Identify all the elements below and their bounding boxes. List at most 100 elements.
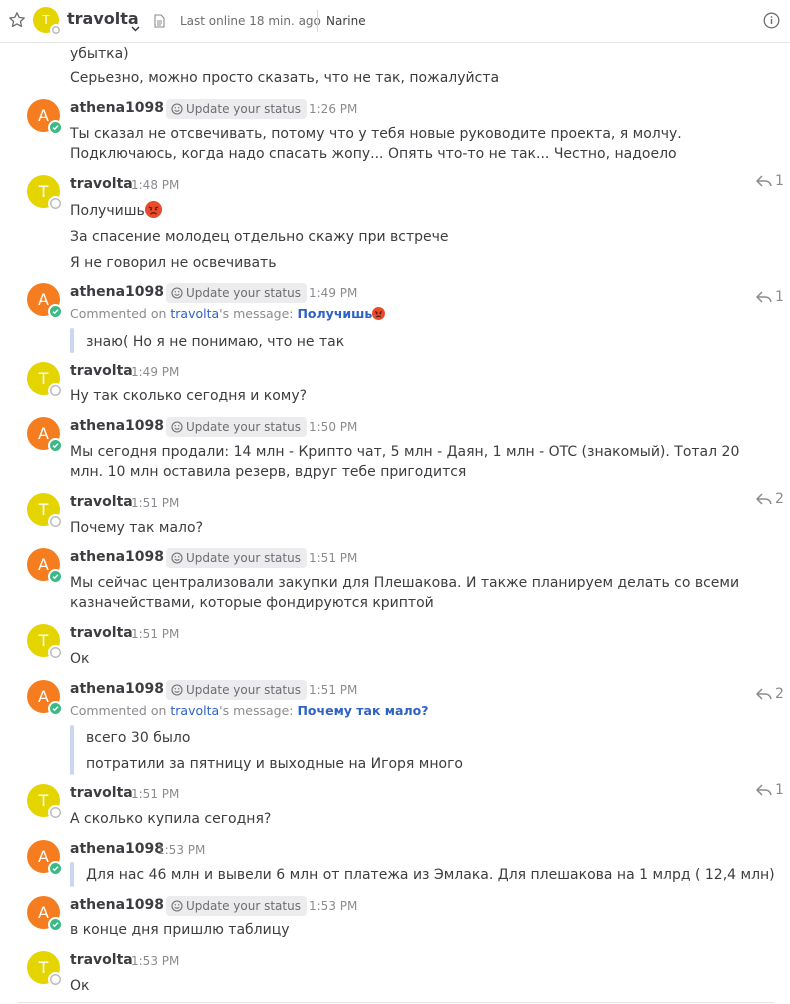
message-text: За спасение молодец отдельно скажу при в…: [70, 229, 449, 245]
online-status-icon: [48, 569, 63, 584]
avatar[interactable]: T: [27, 624, 63, 660]
avatar[interactable]: A: [27, 680, 63, 716]
username[interactable]: travolta: [70, 494, 133, 510]
message-text: Ты сказал не отсвечивать, потому что у т…: [70, 126, 682, 162]
avatar[interactable]: A: [27, 417, 63, 453]
avatar[interactable]: A: [27, 99, 63, 135]
message-time[interactable]: 1:51 PM: [131, 787, 179, 801]
smiley-icon: [171, 421, 183, 433]
header-user-name[interactable]: Narine: [326, 14, 366, 28]
message-text: Я не говорил не освечивать: [70, 255, 277, 271]
username[interactable]: athena1098: [70, 841, 164, 857]
quote-bar: [70, 725, 74, 775]
avatar[interactable]: A: [27, 283, 63, 319]
username[interactable]: travolta: [70, 176, 133, 192]
update-status-button[interactable]: Update your status: [166, 283, 307, 303]
avatar[interactable]: T: [27, 175, 63, 211]
username[interactable]: athena1098: [70, 681, 164, 697]
online-status-icon: [48, 917, 63, 932]
message-text: Мы сейчас централизовали закупки для Пле…: [70, 575, 740, 611]
username[interactable]: athena1098: [70, 284, 164, 300]
update-status-button[interactable]: Update your status: [166, 417, 307, 437]
avatar[interactable]: T: [27, 784, 63, 820]
quote-bar: [70, 862, 74, 887]
composer-divider: [18, 1002, 774, 1003]
online-status-icon: [48, 304, 63, 319]
message-time[interactable]: 1:49 PM: [131, 365, 179, 379]
message-time[interactable]: 1:53 PM: [131, 954, 179, 968]
offline-status-icon: [48, 805, 63, 820]
offline-status-icon: [48, 383, 63, 398]
message-text: Мы сегодня продали: 14 млн - Крипто чат,…: [70, 444, 740, 480]
message-text: Серьезно, можно просто сказать, что не т…: [70, 70, 500, 86]
message-time[interactable]: 1:26 PM: [309, 102, 357, 116]
channel-name[interactable]: travolta: [67, 9, 139, 28]
chevron-down-icon[interactable]: [131, 17, 140, 32]
angry-face-emoji: [144, 201, 162, 218]
message-time[interactable]: 1:51 PM: [309, 551, 357, 565]
update-status-button[interactable]: Update your status: [166, 680, 307, 700]
message-time[interactable]: 1:53 PM: [309, 899, 357, 913]
info-icon[interactable]: [763, 12, 780, 29]
file-icon[interactable]: [154, 13, 165, 28]
star-icon[interactable]: [8, 11, 26, 29]
username[interactable]: athena1098: [70, 100, 164, 116]
quote-bar: [70, 328, 74, 353]
avatar[interactable]: T: [27, 493, 63, 529]
commented-message-link[interactable]: Почему так мало?: [297, 703, 428, 718]
message-text: Ок: [70, 978, 90, 994]
avatar[interactable]: A: [27, 840, 63, 876]
message-time[interactable]: 1:51 PM: [131, 496, 179, 510]
offline-status-icon: [48, 645, 63, 660]
avatar[interactable]: A: [27, 896, 63, 932]
username[interactable]: athena1098: [70, 418, 164, 434]
commented-message-link[interactable]: Получишь: [297, 306, 386, 321]
avatar[interactable]: T: [33, 7, 62, 36]
last-online-text: Last online 18 min. ago: [180, 14, 321, 28]
reply-button[interactable]: 1: [755, 782, 784, 798]
update-status-button[interactable]: Update your status: [166, 99, 307, 119]
message-time[interactable]: 1:50 PM: [309, 420, 357, 434]
username[interactable]: travolta: [70, 952, 133, 968]
message-text: в конце дня пришлю таблицу: [70, 922, 290, 938]
message-text: знаю( Но я не понимаю, что не так: [86, 334, 345, 350]
online-status-icon: [48, 701, 63, 716]
online-status-icon: [48, 120, 63, 135]
message-time[interactable]: 1:49 PM: [309, 286, 357, 300]
reply-arrow-icon: [756, 493, 772, 505]
update-status-button[interactable]: Update your status: [166, 548, 307, 568]
smiley-icon: [171, 552, 183, 564]
message-text: Почему так мало?: [70, 520, 203, 536]
message-text: А сколько купила сегодня?: [70, 811, 272, 827]
reply-button[interactable]: 1: [755, 289, 784, 305]
username[interactable]: travolta: [70, 785, 133, 801]
reply-button[interactable]: 2: [755, 491, 784, 507]
online-status-icon: [48, 438, 63, 453]
avatar[interactable]: T: [27, 362, 63, 398]
smiley-icon: [171, 103, 183, 115]
avatar[interactable]: A: [27, 548, 63, 584]
channel-header: T travolta Last online 18 min. ago Narin…: [0, 0, 790, 43]
message-text: Для нас 46 млн и вывели 6 млн от платежа…: [86, 867, 775, 883]
message-text: убытка): [70, 46, 129, 62]
reply-button[interactable]: 1: [755, 173, 784, 189]
username[interactable]: athena1098: [70, 897, 164, 913]
message-time[interactable]: 1:48 PM: [131, 178, 179, 192]
avatar[interactable]: T: [27, 951, 63, 987]
message-time[interactable]: 1:51 PM: [309, 683, 357, 697]
message-text: всего 30 было: [86, 730, 191, 746]
message-time[interactable]: 1:51 PM: [131, 627, 179, 641]
commented-user-link[interactable]: travolta: [170, 703, 219, 718]
commented-user-link[interactable]: travolta: [170, 306, 219, 321]
header-avatar[interactable]: T: [33, 7, 62, 36]
username[interactable]: travolta: [70, 363, 133, 379]
reply-button[interactable]: 2: [755, 686, 784, 702]
reply-arrow-icon: [756, 784, 772, 796]
update-status-button[interactable]: Update your status: [166, 896, 307, 916]
username[interactable]: athena1098: [70, 549, 164, 565]
online-status-icon: [48, 861, 63, 876]
username[interactable]: travolta: [70, 625, 133, 641]
message-text: Ок: [70, 651, 90, 667]
smiley-icon: [171, 287, 183, 299]
message-time[interactable]: 1:53 PM: [157, 843, 205, 857]
